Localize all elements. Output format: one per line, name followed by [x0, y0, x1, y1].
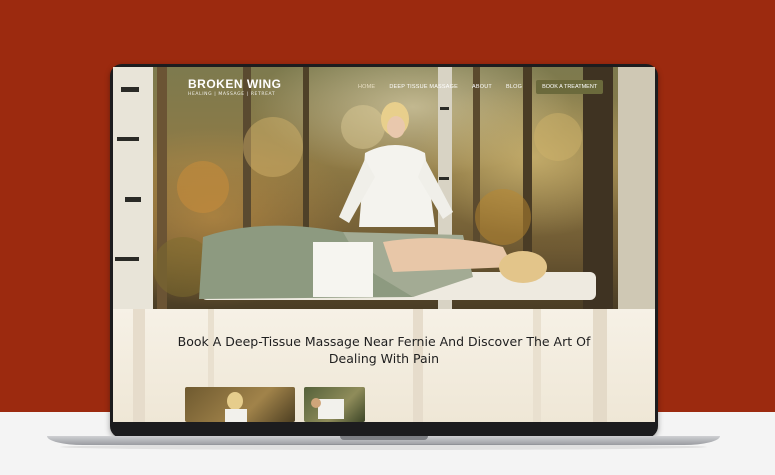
laptop-shadow — [60, 444, 707, 450]
logo-title: BROKEN WING — [188, 77, 282, 91]
therapist-face — [387, 116, 405, 138]
client-hair — [499, 251, 547, 283]
gallery-thumbnail[interactable] — [304, 387, 365, 422]
laptop-screen: BROKEN WING HEALING | MASSAGE | RETREAT … — [113, 67, 655, 422]
logo-subtitle: HEALING | MASSAGE | RETREAT — [188, 92, 276, 97]
hero-photo: BROKEN WING HEALING | MASSAGE | RETREAT … — [113, 67, 655, 309]
nav-item-about[interactable]: ABOUT — [472, 84, 492, 90]
nav-item-home[interactable]: HOME — [358, 84, 375, 90]
nav-item-blog[interactable]: BLOG — [506, 84, 522, 90]
main-nav: HOME DEEP TISSUE MASSAGE ABOUT BLOG BOOK… — [358, 79, 604, 95]
forest-massage-illustration — [113, 67, 655, 309]
page-headline: Book A Deep-Tissue Massage Near Fernie A… — [177, 334, 591, 366]
hanging-blanket — [618, 67, 655, 309]
intro-section: Book A Deep-Tissue Massage Near Fernie A… — [113, 309, 655, 422]
birch-trunk-left — [113, 67, 153, 309]
site-logo[interactable]: BROKEN WING HEALING | MASSAGE | RETREAT — [188, 77, 298, 97]
tree-trunk — [473, 67, 480, 267]
gallery-thumbnail[interactable] — [185, 387, 295, 422]
nav-item-deep-tissue-massage[interactable]: DEEP TISSUE MASSAGE — [389, 84, 458, 90]
book-treatment-button[interactable]: BOOK A TREATMENT — [536, 80, 604, 94]
client-shirt — [313, 242, 373, 297]
laptop-notch — [340, 436, 428, 440]
